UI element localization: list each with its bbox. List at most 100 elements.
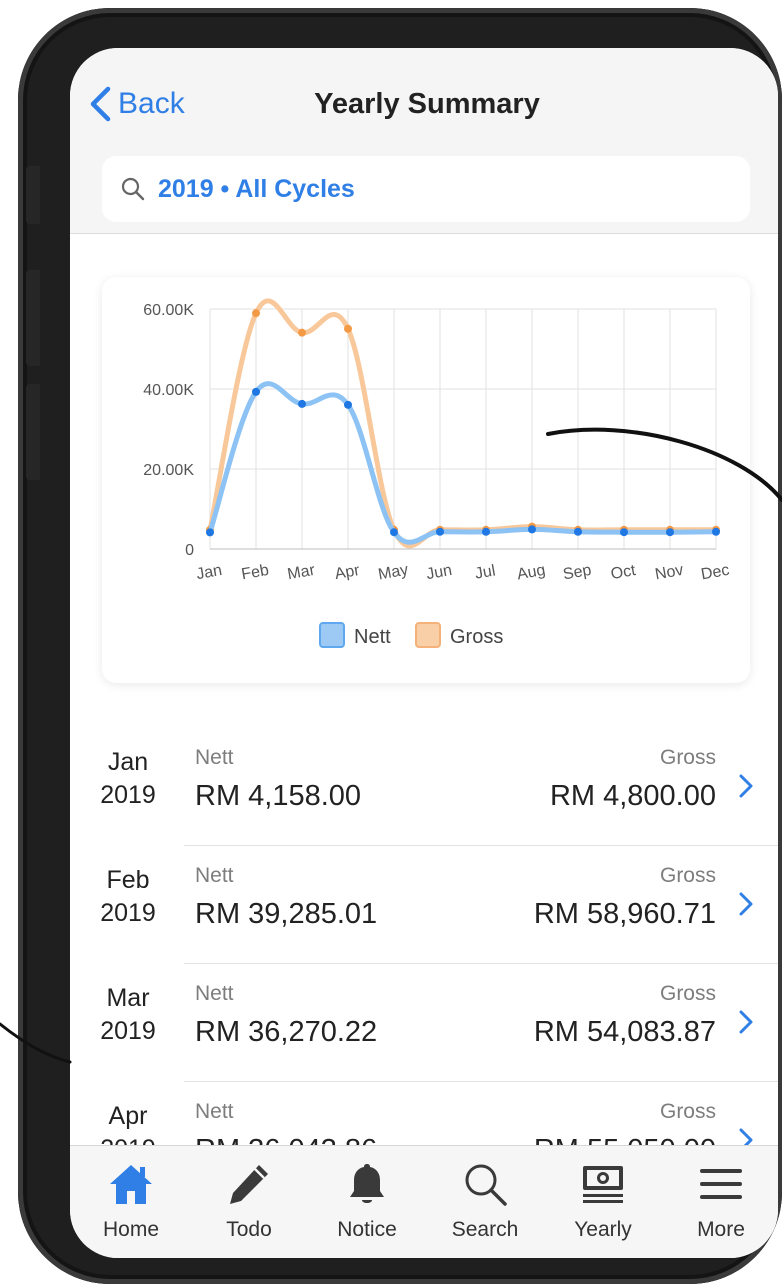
- x-tick-label: Sep: [562, 562, 593, 584]
- x-tick-label: Feb: [240, 562, 270, 584]
- row-month: Apr: [108, 1102, 148, 1130]
- y-tick-label: 0: [185, 542, 194, 559]
- page-title: Yearly Summary: [314, 88, 540, 120]
- x-tick-label: Nov: [654, 562, 685, 584]
- mute-switch: [26, 166, 40, 224]
- menu-icon: [700, 1169, 742, 1199]
- tab-label: Yearly: [574, 1218, 632, 1241]
- y-tick-label: 40.00K: [143, 382, 194, 399]
- scroll-content[interactable]: 0 20.00K 40.00K 60.00K Jan Feb Mar Apr May Jun Jul…: [70, 235, 778, 1145]
- home-icon: [110, 1165, 152, 1204]
- nett-data-point: [712, 527, 720, 536]
- nett-label: Nett: [195, 1100, 234, 1123]
- nett-amount: RM 36,043.86: [195, 1134, 377, 1145]
- row-year: 2019: [100, 1017, 156, 1045]
- nett-amount: RM 39,285.01: [195, 898, 378, 930]
- tab-home[interactable]: Home: [72, 1156, 190, 1252]
- gross-legend-swatch: [415, 622, 441, 648]
- x-tick-label: Mar: [286, 562, 317, 584]
- tab-label: More: [697, 1218, 745, 1241]
- nett-amount: RM 4,158.00: [195, 780, 362, 812]
- nett-data-point: [298, 399, 306, 408]
- nett-label: Nett: [195, 864, 234, 887]
- gross-amount: RM 54,083.87: [533, 1016, 716, 1048]
- chevron-right-icon: [739, 892, 753, 916]
- summary-row-mar[interactable]: Mar 2019 Nett RM 36,270.22 Gross RM 54,0…: [70, 964, 778, 1082]
- search-icon: [121, 177, 145, 201]
- tab-label: Todo: [226, 1218, 272, 1241]
- nett-data-point: [436, 527, 444, 536]
- x-tick-label: Jun: [425, 562, 453, 583]
- gross-data-point: [298, 328, 306, 337]
- gross-label: Gross: [659, 982, 716, 1005]
- nett-data-point: [482, 527, 490, 536]
- gross-label: Gross: [659, 1100, 716, 1123]
- volume-down-button: [26, 384, 40, 480]
- y-tick-label: 60.00K: [143, 302, 194, 319]
- nett-data-point: [252, 387, 260, 396]
- nett-data-point: [528, 525, 536, 534]
- volume-up-button: [26, 270, 40, 366]
- nett-series-line: [207, 381, 719, 545]
- tab-label: Home: [102, 1218, 160, 1241]
- tab-todo[interactable]: Todo: [190, 1156, 308, 1252]
- tab-label: Notice: [337, 1218, 397, 1241]
- gross-amount: RM 4,800.00: [549, 780, 716, 812]
- x-tick-label: Jan: [195, 562, 223, 583]
- x-tick-label: Oct: [609, 562, 637, 583]
- nett-label: Nett: [195, 982, 234, 1005]
- x-tick-label: Apr: [333, 562, 361, 583]
- gross-amount: RM 55,050.00: [534, 1134, 716, 1145]
- chevron-right-icon: [739, 1128, 753, 1145]
- row-month: Mar: [106, 984, 150, 1012]
- nett-data-point: [666, 528, 674, 537]
- search-icon: [465, 1164, 507, 1206]
- money-icon: [583, 1166, 623, 1203]
- tab-yearly[interactable]: Yearly: [544, 1156, 662, 1252]
- app-screen: Back Yearly Summary 2019 • All Cycles 0 2…: [70, 48, 778, 1258]
- tab-search[interactable]: Search: [426, 1156, 544, 1252]
- nett-data-point: [390, 528, 398, 537]
- pencil-icon: [230, 1165, 268, 1204]
- gross-data-point: [344, 324, 352, 333]
- gross-series-line: [207, 298, 719, 549]
- nett-data-point: [620, 528, 628, 537]
- row-year: 2019: [100, 899, 156, 927]
- nett-label: Nett: [195, 746, 234, 769]
- search-filter-bar[interactable]: 2019 • All Cycles: [102, 156, 750, 222]
- tab-notice[interactable]: Notice: [308, 1156, 426, 1252]
- nett-legend-swatch: [319, 622, 345, 648]
- nett-data-point: [574, 527, 582, 536]
- x-tick-label: Jul: [474, 562, 497, 582]
- nett-legend-label: Nett: [354, 626, 391, 648]
- tab-label: Search: [451, 1218, 519, 1241]
- summary-row-feb[interactable]: Feb 2019 Nett RM 39,285.01 Gross RM 58,9…: [70, 846, 778, 964]
- summary-row-jan[interactable]: Jan 2019 Nett RM 4,158.00 Gross RM 4,800…: [70, 728, 778, 846]
- gross-label: Gross: [659, 746, 716, 769]
- bell-icon: [350, 1164, 384, 1203]
- row-year: 2019: [100, 781, 156, 809]
- gross-legend-label: Gross: [450, 626, 503, 648]
- x-tick-label: Aug: [516, 562, 547, 584]
- monthly-summary-list: Jan 2019 Nett RM 4,158.00 Gross RM 4,800…: [70, 728, 778, 1145]
- tab-more[interactable]: More: [662, 1156, 778, 1252]
- summary-row-apr[interactable]: Apr 2019 Nett RM 36,043.86 Gross RM 55,0…: [70, 1082, 778, 1145]
- row-month: Feb: [106, 866, 150, 894]
- x-tick-label: Dec: [700, 562, 731, 584]
- gross-data-point: [252, 309, 260, 318]
- nett-amount: RM 36,270.22: [195, 1016, 378, 1048]
- nett-data-point: [344, 400, 352, 409]
- yearly-line-chart: 0 20.00K 40.00K 60.00K Jan Feb Mar Apr May Jun Jul…: [143, 298, 731, 648]
- gross-amount: RM 58,960.71: [533, 898, 716, 930]
- yearly-chart-card: 0 20.00K 40.00K 60.00K Jan Feb Mar Apr May Jun Jul…: [102, 277, 750, 683]
- x-tick-label: May: [377, 562, 410, 584]
- y-tick-label: 20.00K: [143, 462, 194, 479]
- navigation-bar: Back Yearly Summary 2019 • All Cycles: [70, 48, 778, 234]
- tab-bar: Home Todo Notice Search Yearly More: [70, 1145, 778, 1258]
- search-filter-value: 2019 • All Cycles: [158, 174, 355, 203]
- gross-label: Gross: [659, 864, 716, 887]
- row-year: 2019: [96, 1135, 160, 1145]
- chevron-right-icon: [739, 1010, 753, 1034]
- phone-frame: Back Yearly Summary 2019 • All Cycles 0 2…: [18, 8, 782, 1284]
- nett-data-point: [206, 528, 214, 537]
